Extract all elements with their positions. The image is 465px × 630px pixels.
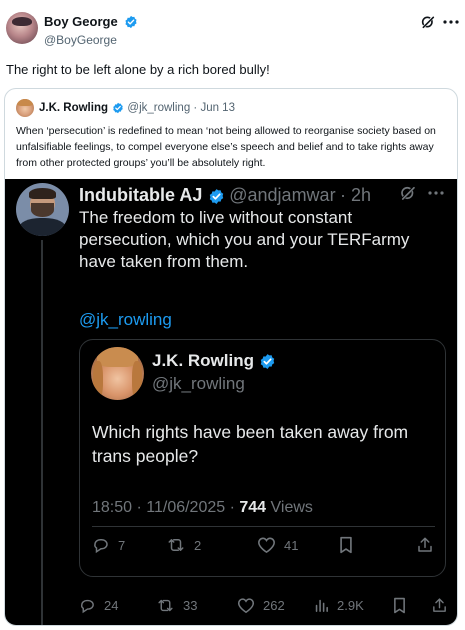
dark-author-handle[interactable]: @andjamwar: [229, 185, 335, 205]
quoted-tweet-card[interactable]: J.K. Rowling @jk_rowling · Jun 13 When ‘…: [4, 88, 458, 626]
tweet-text: The right to be left alone by a rich bor…: [6, 62, 270, 77]
embedded-image[interactable]: Indubitable AJ @andjamwar · 2h The freed…: [5, 179, 457, 625]
bookmark-button[interactable]: [392, 597, 407, 614]
quote-author-name[interactable]: J.K. Rowling: [39, 102, 108, 114]
dark-author-name[interactable]: Indubitable AJ: [79, 185, 202, 205]
quote-text: When ‘persecution’ is redefined to mean …: [16, 125, 436, 169]
grok-icon[interactable]: [420, 14, 436, 30]
share-button[interactable]: [431, 597, 448, 614]
repost-icon: [166, 536, 186, 554]
inner-quote-card[interactable]: J.K. Rowling @jk_rowling Which rights ha…: [79, 339, 446, 577]
share-icon: [416, 536, 434, 554]
quote-author-avatar[interactable]: [16, 99, 34, 117]
dark-author-avatar[interactable]: [16, 183, 69, 236]
quote-date[interactable]: · Jun 13: [193, 102, 235, 114]
inner-repost-count: 2: [194, 537, 202, 553]
verified-badge-icon: [124, 15, 138, 29]
more-options-icon[interactable]: [443, 20, 459, 24]
reply-button[interactable]: 24: [79, 597, 118, 614]
inner-share-button[interactable]: [416, 536, 434, 554]
share-icon: [431, 597, 448, 614]
inner-reply-button[interactable]: 7: [92, 536, 125, 554]
inner-bookmark-button[interactable]: [338, 536, 354, 554]
author-name[interactable]: Boy George: [44, 14, 118, 29]
views-button[interactable]: 2.9K: [313, 597, 364, 614]
inner-like-button[interactable]: 41: [257, 536, 298, 554]
quote-author-handle[interactable]: @jk_rowling: [127, 102, 190, 114]
inner-quote-divider: [92, 526, 435, 527]
author-handle[interactable]: @BoyGeorge: [44, 32, 117, 48]
verified-badge-icon: [259, 353, 276, 370]
inner-quote-views-label: Views: [266, 499, 313, 516]
inner-quote-views-count: 744: [239, 499, 267, 516]
like-count: 262: [263, 598, 285, 613]
verified-badge-icon: [208, 188, 225, 205]
bookmark-icon: [392, 597, 407, 614]
bookmark-icon: [338, 536, 354, 554]
like-button[interactable]: 262: [237, 597, 285, 614]
verified-badge-icon: [112, 102, 124, 114]
views-chart-icon: [313, 597, 330, 614]
inner-quote-author-name[interactable]: J.K. Rowling: [152, 351, 254, 370]
inner-like-count: 41: [284, 537, 299, 553]
heart-icon: [237, 597, 255, 614]
views-count: 2.9K: [337, 598, 364, 613]
inner-quote-avatar[interactable]: [91, 347, 144, 400]
inner-quote-author-handle[interactable]: @jk_rowling: [152, 373, 245, 395]
inner-reply-count: 7: [118, 537, 126, 553]
author-avatar[interactable]: [6, 12, 38, 44]
more-options-icon[interactable]: [428, 191, 444, 195]
inner-quote-timestamp[interactable]: 18:50 · 11/06/2025 ·: [92, 499, 239, 516]
repost-count: 33: [183, 598, 198, 613]
grok-icon[interactable]: [399, 184, 417, 202]
dark-post-time[interactable]: · 2h: [340, 185, 371, 205]
inner-quote-text: Which rights have been taken away from t…: [92, 422, 409, 466]
reply-count: 24: [104, 598, 119, 613]
repost-icon: [156, 597, 175, 614]
reply-icon: [79, 597, 96, 614]
repost-button[interactable]: 33: [156, 597, 197, 614]
reply-icon: [92, 536, 110, 554]
heart-icon: [257, 536, 276, 554]
dark-post-text: The freedom to live without constant per…: [79, 208, 410, 271]
mention-link[interactable]: @jk_rowling: [79, 309, 172, 331]
inner-repost-button[interactable]: 2: [166, 536, 201, 554]
thread-line: [41, 240, 43, 625]
